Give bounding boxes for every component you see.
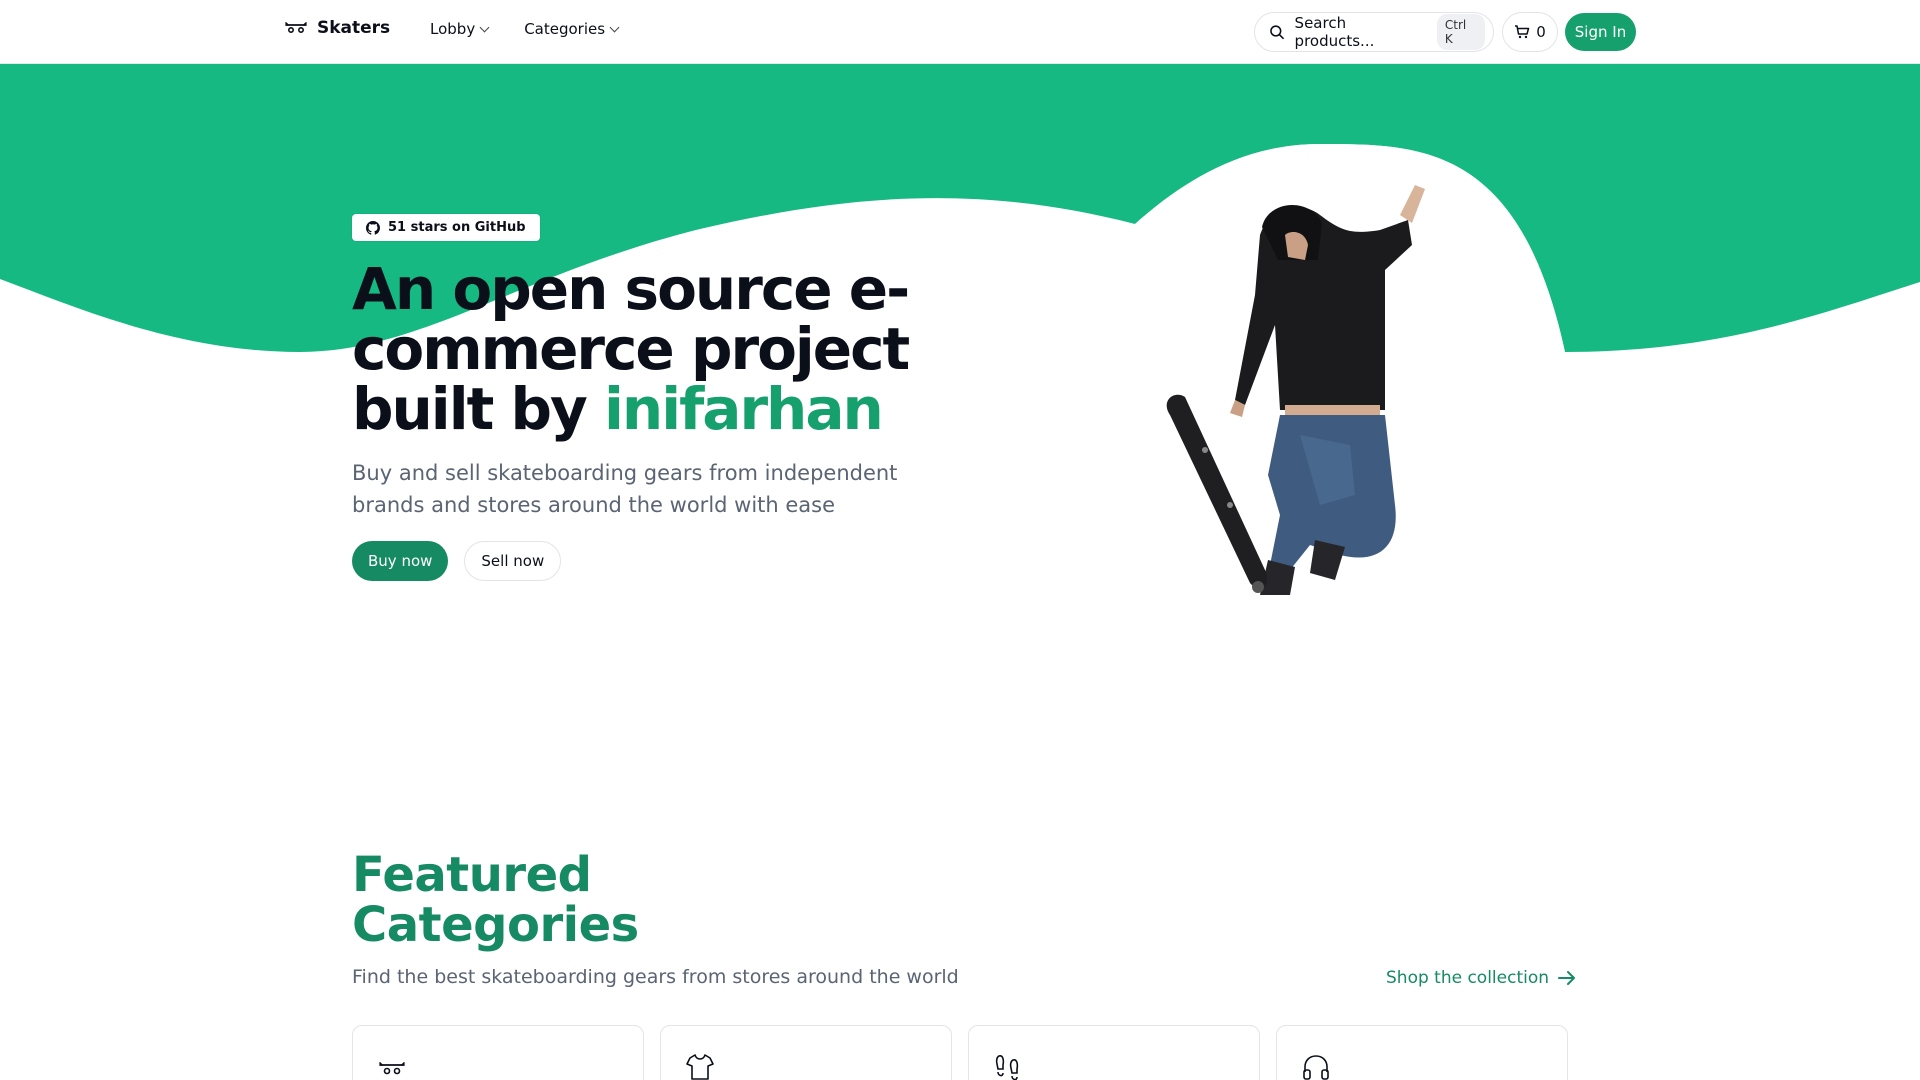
search-placeholder: Search products... — [1294, 14, 1375, 50]
github-stars-badge[interactable]: 51 stars on GitHub — [352, 214, 540, 241]
cart-icon — [1515, 25, 1530, 39]
search-icon — [1270, 25, 1284, 40]
hero-title: An open source e-commerce project built … — [352, 259, 912, 439]
arrow-right-icon — [1558, 971, 1576, 985]
hero-wave-background — [0, 64, 1920, 352]
footprints-icon — [995, 1055, 1019, 1080]
tshirt-icon — [686, 1054, 714, 1080]
hero-title-accent: inifarhan — [604, 375, 884, 443]
featured-categories-title: Featured Categories — [352, 847, 639, 953]
main-nav: Lobby Categories — [430, 20, 620, 38]
brand-link[interactable]: Skaters — [285, 18, 390, 38]
nav-item-label: Lobby — [430, 20, 476, 38]
skater-image — [1166, 185, 1425, 595]
nav-item-lobby[interactable]: Lobby — [430, 20, 490, 38]
chevron-down-icon — [609, 22, 620, 32]
shop-collection-link[interactable]: Shop the collection — [1386, 968, 1577, 988]
featured-categories-subtitle: Find the best skateboarding gears from s… — [352, 966, 959, 988]
headphones-icon — [1303, 1055, 1329, 1080]
nav-item-label: Categories — [524, 20, 606, 38]
hero-subtitle: Buy and sell skateboarding gears from in… — [352, 461, 898, 517]
cart-count: 0 — [1536, 23, 1546, 41]
nav-item-categories[interactable]: Categories — [524, 20, 620, 38]
skateboard-icon — [379, 1062, 405, 1075]
category-card-clothing[interactable] — [660, 1025, 952, 1080]
search-button[interactable]: Search products... Ctrl K — [1254, 12, 1494, 52]
search-shortcut: Ctrl K — [1436, 14, 1485, 50]
cart-button[interactable]: 0 — [1502, 12, 1558, 52]
category-card-skateboards[interactable] — [352, 1025, 644, 1080]
skateboard-icon — [285, 22, 307, 34]
hero-actions: Buy now Sell now — [352, 541, 912, 581]
buy-now-button[interactable]: Buy now — [352, 541, 449, 581]
hero-section: 51 stars on GitHub An open source e-comm… — [352, 214, 912, 581]
brand-name: Skaters — [317, 18, 391, 38]
sell-now-button[interactable]: Sell now — [464, 541, 562, 581]
category-card-shoes[interactable] — [968, 1025, 1260, 1080]
github-badge-text: 51 stars on GitHub — [388, 220, 526, 235]
sign-in-button[interactable]: Sign In — [1565, 13, 1636, 51]
shop-collection-label: Shop the collection — [1386, 968, 1550, 988]
category-card-accessories[interactable] — [1276, 1025, 1568, 1080]
chevron-down-icon — [479, 22, 490, 32]
github-icon — [366, 220, 380, 235]
navbar: Skaters Lobby Categories Search products… — [0, 0, 1920, 64]
